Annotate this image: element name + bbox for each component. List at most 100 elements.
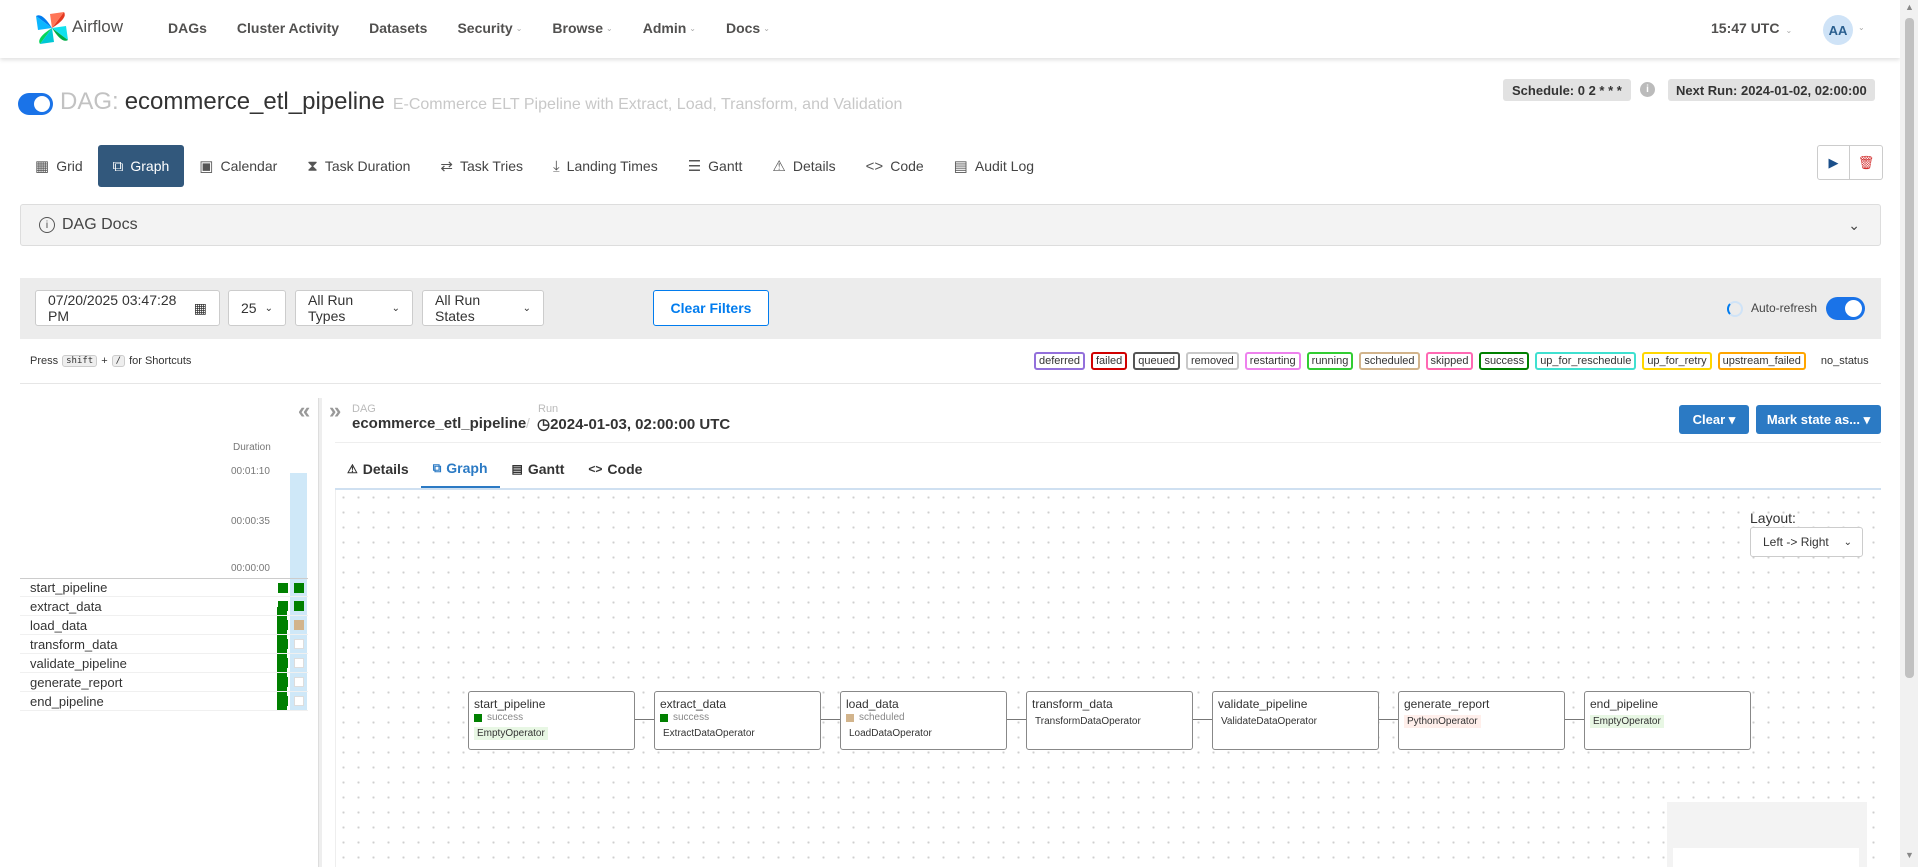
layout-select[interactable]: Left -> Right ⌄ — [1750, 527, 1863, 557]
legend-upstream-failed[interactable]: upstream_failed — [1717, 352, 1806, 370]
page-scrollbar[interactable]: ▲ ▼ — [1900, 0, 1918, 867]
task-instance-square[interactable] — [294, 696, 304, 706]
divider — [335, 442, 1881, 443]
clear-run-button[interactable]: Clear ▾ — [1679, 405, 1749, 434]
legend-skipped[interactable]: skipped — [1425, 352, 1474, 370]
graph-node[interactable]: extract_data success ExtractDataOperator — [654, 691, 821, 750]
tab-task-duration[interactable]: ⧗ Task Duration — [292, 145, 425, 187]
task-instance-square[interactable] — [278, 583, 288, 593]
chevron-down-icon: ⌄ — [1785, 26, 1793, 35]
legend-running[interactable]: running — [1306, 352, 1354, 370]
graph-node[interactable]: load_data scheduled LoadDataOperator — [840, 691, 1007, 750]
run-state-select[interactable]: All Run States ⌄ — [422, 290, 544, 326]
scrollbar-thumb[interactable] — [1905, 18, 1914, 678]
legend-no-status[interactable]: no_status — [1818, 354, 1872, 368]
expand-panel-icon[interactable]: » — [329, 398, 341, 424]
node-task-name: generate_report — [1404, 697, 1490, 711]
tab-details[interactable]: ⚠ Details — [757, 145, 850, 187]
legend-success[interactable]: success — [1479, 352, 1530, 370]
tab-code[interactable]: <> Code — [851, 145, 939, 187]
tab-audit-log[interactable]: ▤ Audit Log — [939, 145, 1049, 187]
task-instance-square[interactable] — [294, 620, 304, 630]
legend-deferred[interactable]: deferred — [1034, 352, 1085, 370]
task-row[interactable]: end_pipeline — [20, 692, 308, 711]
graph-node[interactable]: start_pipeline success EmptyOperator — [468, 691, 635, 750]
nav-item-datasets[interactable]: Datasets — [369, 20, 427, 36]
task-instance-square[interactable] — [278, 658, 288, 668]
chevron-down-icon[interactable]: ⌄ — [1858, 23, 1865, 32]
task-instance-square[interactable] — [294, 583, 304, 593]
tab-grid[interactable]: ▦ Grid — [20, 145, 98, 187]
graph-canvas[interactable] — [335, 490, 1881, 867]
legend-scheduled[interactable]: scheduled — [1359, 352, 1420, 370]
legend-queued[interactable]: queued — [1133, 352, 1180, 370]
subtab-details[interactable]: ⚠ Details — [335, 450, 421, 488]
dag-docs-accordion[interactable]: i DAG Docs ⌄ — [20, 204, 1881, 246]
nav-item-browse[interactable]: Browse ⌄ — [552, 20, 612, 36]
task-row[interactable]: transform_data — [20, 635, 308, 654]
trigger-dag-button[interactable]: ▶ — [1817, 145, 1850, 180]
task-instance-square[interactable] — [294, 658, 304, 668]
tab-graph[interactable]: ⧉ Graph — [97, 145, 185, 187]
shift-key: shift — [62, 355, 98, 367]
airflow-logo-icon[interactable] — [32, 8, 72, 48]
legend-failed[interactable]: failed — [1090, 352, 1128, 370]
subtab-graph[interactable]: ⧉ Graph — [420, 450, 500, 488]
task-instance-square[interactable] — [278, 601, 288, 611]
dag-pause-toggle[interactable] — [18, 93, 53, 115]
nav-item-dags[interactable]: DAGs — [168, 20, 207, 36]
base-date-input[interactable]: 07/20/2025 03:47:28 PM ▦ — [35, 290, 220, 326]
user-avatar[interactable]: AA — [1823, 15, 1853, 45]
minimap-viewport[interactable] — [1673, 848, 1859, 867]
graph-node[interactable]: end_pipeline EmptyOperator — [1584, 691, 1751, 750]
subtab-code[interactable]: <> Code — [576, 450, 654, 488]
run-type-select[interactable]: All Run Types ⌄ — [295, 290, 413, 326]
task-instance-square[interactable] — [278, 677, 288, 687]
breadcrumb-run[interactable]: ◷2024-01-03, 02:00:00 UTC — [537, 415, 730, 433]
breadcrumb-dag-name[interactable]: ecommerce_etl_pipeline — [352, 415, 526, 432]
collapse-grid-icon[interactable]: « — [298, 398, 310, 424]
legend-up-for-retry[interactable]: up_for_retry — [1642, 352, 1712, 370]
graph-node[interactable]: validate_pipeline ValidateDataOperator — [1212, 691, 1379, 750]
task-instance-square[interactable] — [278, 620, 288, 630]
tab-calendar[interactable]: ▣ Calendar — [184, 145, 292, 187]
task-instance-square[interactable] — [294, 601, 304, 611]
task-row[interactable]: validate_pipeline — [20, 654, 308, 673]
num-runs-select[interactable]: 25 ⌄ — [228, 290, 286, 326]
subtab-gantt[interactable]: ▤ Gantt — [500, 450, 577, 488]
legend-restarting[interactable]: restarting — [1244, 352, 1301, 370]
task-instance-square[interactable] — [294, 677, 304, 687]
graph-edge — [1007, 719, 1026, 720]
nav-item-security[interactable]: Security ⌄ — [457, 20, 522, 36]
tab-gantt[interactable]: ☰ Gantt — [673, 145, 758, 187]
auto-refresh-toggle[interactable] — [1826, 297, 1865, 320]
run-controls: ▶ 🗑 — [1817, 145, 1883, 180]
info-icon[interactable]: i — [1640, 82, 1655, 97]
task-instance-square[interactable] — [294, 639, 304, 649]
legend-up-for-reschedule[interactable]: up_for_reschedule — [1535, 352, 1637, 370]
graph-icon: ⧉ — [112, 157, 124, 175]
task-instance-square[interactable] — [278, 639, 288, 649]
nav-item-docs[interactable]: Docs ⌄ — [726, 20, 770, 36]
panel-resize-handle[interactable] — [318, 398, 322, 867]
delete-dag-button[interactable]: 🗑 — [1850, 145, 1883, 180]
scroll-down-icon[interactable]: ▼ — [1905, 850, 1914, 860]
clear-filters-button[interactable]: Clear Filters — [653, 290, 769, 326]
mark-state-button[interactable]: Mark state as... ▾ — [1756, 405, 1881, 434]
nav-item-label: Security — [457, 20, 513, 36]
task-row[interactable]: generate_report — [20, 673, 308, 692]
scroll-up-icon[interactable]: ▲ — [1905, 2, 1914, 12]
legend-removed[interactable]: removed — [1186, 352, 1239, 370]
graph-node[interactable]: generate_report PythonOperator — [1398, 691, 1565, 750]
task-instance-square[interactable] — [278, 696, 288, 706]
task-row[interactable]: start_pipeline — [20, 578, 308, 597]
task-row[interactable]: extract_data — [20, 597, 308, 616]
tab-landing-times[interactable]: ⤓ Landing Times — [538, 145, 673, 187]
nav-item-admin[interactable]: Admin ⌄ — [643, 20, 696, 36]
brand-name[interactable]: Airflow — [72, 17, 123, 37]
tab-task-tries[interactable]: ⇄ Task Tries — [425, 145, 538, 187]
graph-node[interactable]: transform_data TransformDataOperator — [1026, 691, 1193, 750]
task-row[interactable]: load_data — [20, 616, 308, 635]
nav-item-cluster-activity[interactable]: Cluster Activity — [237, 20, 339, 36]
clock-menu[interactable]: 15:47 UTC ⌄ — [1711, 20, 1792, 36]
